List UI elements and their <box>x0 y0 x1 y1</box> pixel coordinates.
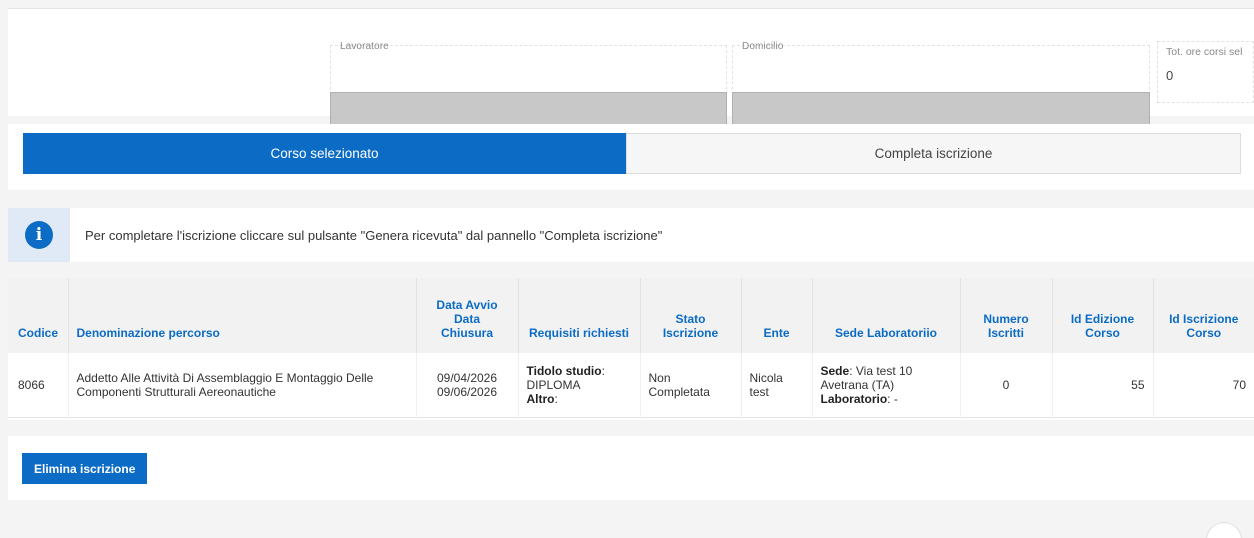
tot-ore-value: 0 <box>1166 68 1174 83</box>
col-requisiti[interactable]: Requisiti richiesti <box>517 278 640 353</box>
courses-table-panel: Codice Denominazione percorso Data Avvio… <box>8 278 1254 420</box>
info-alert: i Per completare l'iscrizione cliccare s… <box>8 208 1254 262</box>
req-altro-label: Altro <box>526 391 555 406</box>
cell-data-chiusura: 09/06/2026 <box>436 384 498 399</box>
sede-label: Sede <box>820 363 850 378</box>
scroll-top-button[interactable] <box>1206 522 1242 538</box>
worker-info-panel: Lavoratore Domicilio Tot. ore corsi sel … <box>8 8 1254 125</box>
col-ente[interactable]: Ente <box>740 278 812 353</box>
cell-stato: Non Completata <box>639 353 741 417</box>
lavoratore-input[interactable] <box>330 92 727 125</box>
lavoratore-label: Lavoratore <box>340 41 389 52</box>
info-message: Per completare l'iscrizione cliccare sul… <box>85 228 663 243</box>
cell-date: 09/04/2026 09/06/2026 <box>415 353 518 417</box>
cell-denominazione: Addetto Alle Attività Di Assemblaggio E … <box>67 353 416 417</box>
courses-table: Codice Denominazione percorso Data Avvio… <box>8 278 1254 418</box>
col-stato[interactable]: Stato Iscrizione <box>639 278 741 353</box>
info-icon-box: i <box>8 208 70 262</box>
cell-ente: Nicola test <box>740 353 812 417</box>
domicilio-label: Domicilio <box>742 41 784 52</box>
info-icon: i <box>25 221 53 249</box>
tab-corso-selezionato[interactable]: Corso selezionato <box>23 133 626 174</box>
elimina-iscrizione-button[interactable]: Elimina iscrizione <box>22 453 148 484</box>
cell-codice: 8066 <box>18 377 45 392</box>
domicilio-field: Domicilio <box>732 41 1150 125</box>
lab-value: - <box>893 391 898 406</box>
cell-id-iscrizione: 70 <box>1152 353 1254 417</box>
col-sede[interactable]: Sede Laboratoriio <box>811 278 960 353</box>
col-data-avvio: Data Avvio <box>436 298 498 312</box>
tot-ore-field: Tot. ore corsi sel 0 <box>1157 41 1254 103</box>
col-data[interactable]: Data Avvio Data Chiusura <box>415 278 518 353</box>
cell-data-avvio: 09/04/2026 <box>436 370 498 385</box>
cell-sede: Sede: Via test 10 Avetrana (TA) Laborato… <box>811 353 960 417</box>
domicilio-input[interactable] <box>732 92 1150 125</box>
col-denominazione[interactable]: Denominazione percorso <box>67 278 416 353</box>
col-id-edizione[interactable]: Id Edizione Corso <box>1051 278 1153 353</box>
col-id-iscrizione[interactable]: Id Iscrizione Corso <box>1152 278 1254 353</box>
table-header-row: Codice Denominazione percorso Data Avvio… <box>8 278 1254 353</box>
req-titolo-label: Tidolo studio <box>526 363 602 378</box>
cell-requisiti: Tidolo studio: DIPLOMA Altro: <box>517 353 640 417</box>
req-titolo-value: DIPLOMA <box>526 377 581 392</box>
tot-ore-label: Tot. ore corsi sel <box>1166 46 1243 58</box>
col-data-sep: Data <box>453 312 480 326</box>
tab-completa-iscrizione[interactable]: Completa iscrizione <box>626 133 1241 174</box>
table-row[interactable]: 8066 Addetto Alle Attività Di Assemblagg… <box>8 353 1254 417</box>
cell-id-edizione: 55 <box>1051 353 1153 417</box>
lavoratore-field: Lavoratore <box>330 41 727 125</box>
col-codice[interactable]: Codice <box>8 278 68 353</box>
col-data-chiusura: Chiusura <box>440 326 493 340</box>
col-numero-iscritti[interactable]: Numero Iscritti <box>959 278 1052 353</box>
actions-panel: Elimina iscrizione <box>8 436 1254 500</box>
lab-label: Laboratorio <box>820 391 888 406</box>
cell-numero-iscritti: 0 <box>959 353 1052 417</box>
tabs-panel: Corso selezionato Completa iscrizione <box>8 124 1254 190</box>
